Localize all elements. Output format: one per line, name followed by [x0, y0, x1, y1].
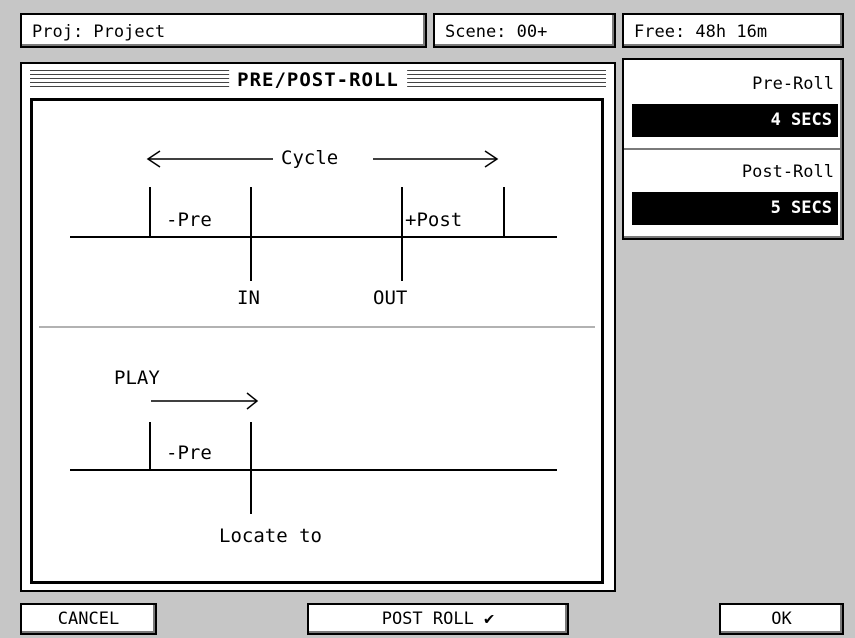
post-label: +Post	[405, 209, 463, 231]
cycle-label: Cycle	[281, 147, 339, 169]
free-space-field: Free: 48h 16m	[622, 13, 844, 48]
pre-label: -Pre	[166, 209, 212, 231]
scene-label: Scene: 00+	[445, 22, 548, 42]
post-roll-label: Post-Roll	[741, 162, 834, 182]
play-label: PLAY	[114, 367, 160, 389]
window-title: PRE/POST-ROLL	[229, 69, 407, 91]
roll-diagram	[39, 150, 595, 514]
scene-field[interactable]: Scene: 00+	[433, 13, 616, 48]
post-roll-value[interactable]: 5 SECS	[632, 192, 838, 225]
pre-roll-label: Pre-Roll	[752, 74, 834, 94]
pre-label-2: -Pre	[166, 442, 212, 464]
project-label: Proj: Project	[32, 22, 166, 42]
pre-post-roll-window: PRE/POST-ROLL Cycle -Pre +Post IN OUT PL…	[20, 62, 616, 592]
pre-roll-value[interactable]: 4 SECS	[632, 104, 838, 137]
ok-button[interactable]: OK	[719, 603, 844, 635]
in-label: IN	[237, 287, 260, 309]
project-field[interactable]: Proj: Project	[20, 13, 427, 48]
post-roll-button[interactable]: POST ROLL ✔	[307, 603, 569, 635]
free-space-label: Free: 48h 16m	[634, 22, 768, 42]
cancel-button[interactable]: CANCEL	[20, 603, 157, 635]
diagram-frame: Cycle -Pre +Post IN OUT PLAY -Pre Locate…	[30, 98, 604, 584]
roll-settings-panel: Pre-Roll 4 SECS Post-Roll 5 SECS	[622, 58, 844, 240]
panel-divider	[624, 148, 842, 150]
out-label: OUT	[373, 287, 408, 309]
locate-label: Locate to	[219, 525, 322, 547]
title-bar: PRE/POST-ROLL	[22, 64, 614, 94]
